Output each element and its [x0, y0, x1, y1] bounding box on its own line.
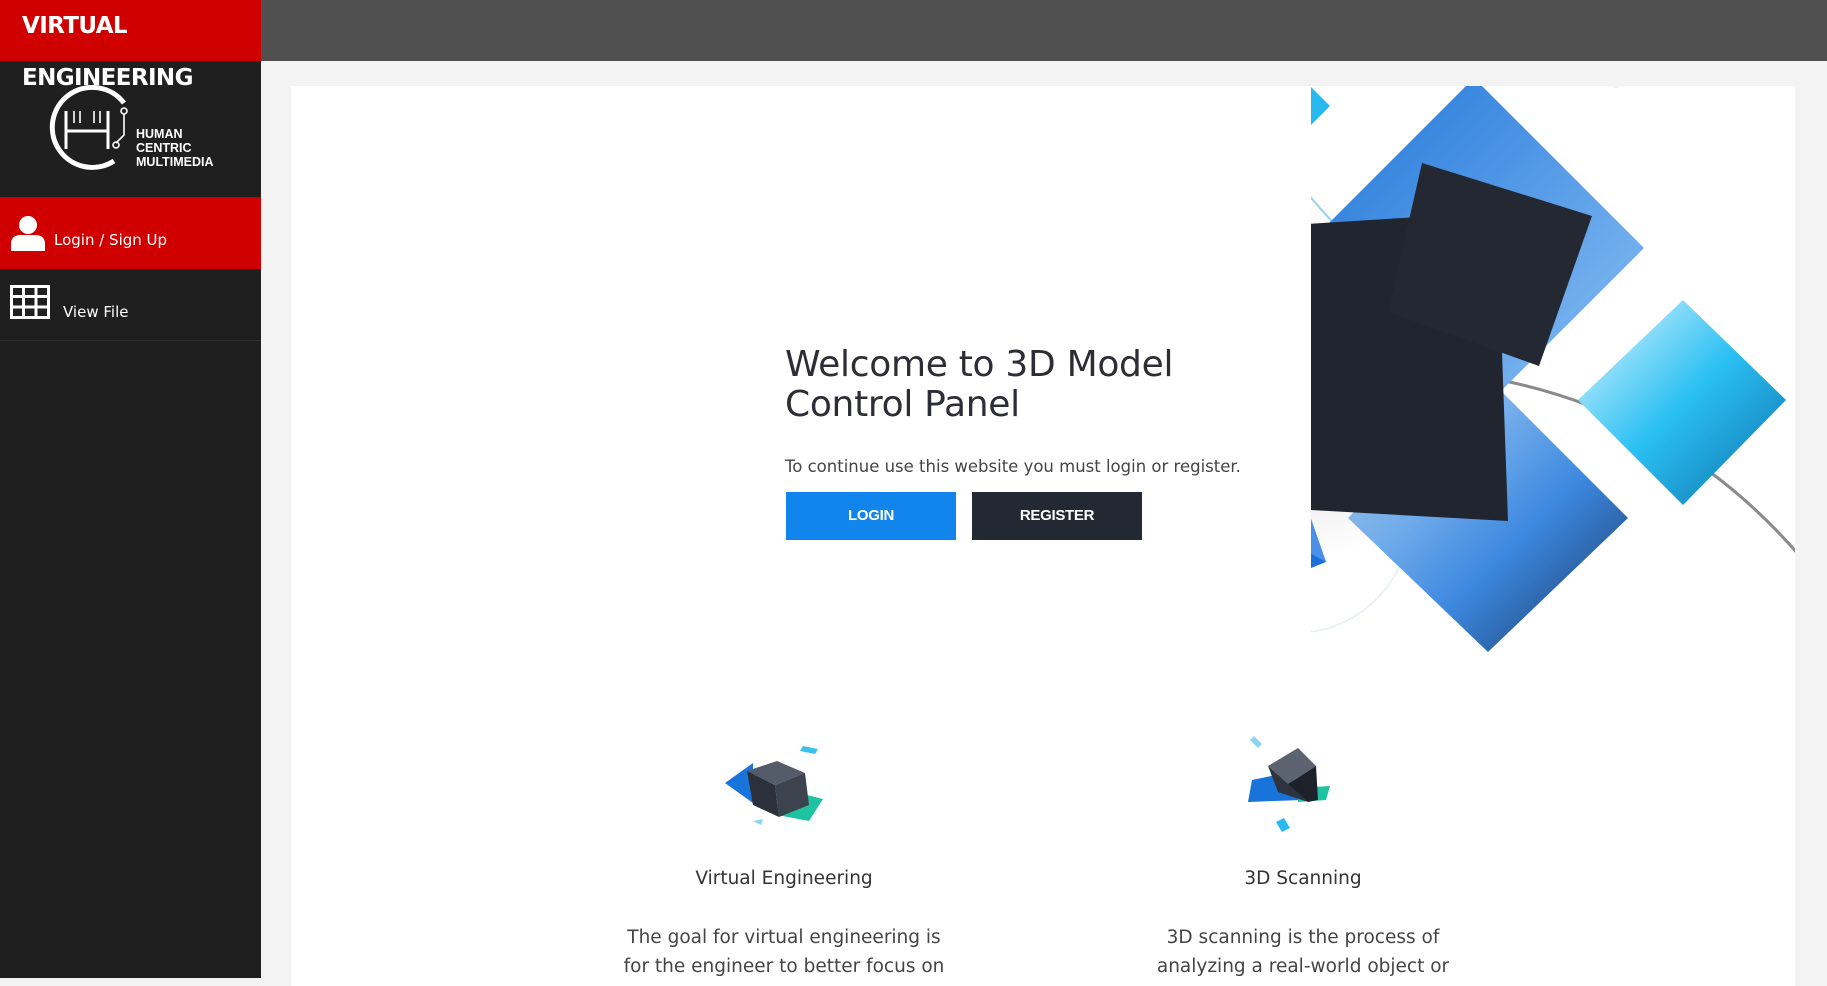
sidebar-item-label: View File [63, 303, 129, 321]
page-title: Welcome to 3D Model Control Panel [785, 344, 1174, 425]
grid-table-icon [10, 285, 50, 319]
feature-description: The goal for virtual engineering is for … [623, 927, 945, 977]
register-button[interactable]: REGISTER [972, 492, 1142, 540]
sidebar-item-view-file[interactable]: View File [0, 269, 261, 341]
scanning-cube-icon [1248, 736, 1330, 832]
hero-illustration [1311, 86, 1795, 652]
sidebar-item-label: Login / Sign Up [54, 231, 168, 249]
logo-line-3: MULTIMEDIA [136, 155, 214, 169]
top-bar [261, 0, 1827, 61]
feature-title: 3D Scanning [1244, 868, 1362, 889]
main-content: Welcome to 3D Model Control Panel To con… [291, 86, 1795, 986]
hcm-logo-icon [49, 84, 128, 170]
sidebar-item-login-signup[interactable]: Login / Sign Up [0, 197, 261, 269]
logo: HUMAN CENTRIC MULTIMEDIA [0, 61, 261, 197]
logo-text: HUMAN CENTRIC MULTIMEDIA [136, 127, 214, 169]
page-subtitle: To continue use this website you must lo… [785, 457, 1241, 476]
login-button[interactable]: LOGIN [786, 492, 956, 540]
user-icon [11, 216, 45, 251]
brand-title[interactable]: VIRTUAL ENGINEERING [0, 0, 261, 91]
feature-title: Virtual Engineering [695, 868, 873, 889]
cube-icon [725, 746, 823, 825]
logo-line-1: HUMAN [136, 127, 183, 141]
logo-line-2: CENTRIC [136, 141, 192, 155]
feature-description: 3D scanning is the process of analyzing … [1156, 927, 1450, 977]
sidebar: VIRTUAL ENGINEERING HUMAN CENTRIC MULTIM… [0, 0, 261, 978]
